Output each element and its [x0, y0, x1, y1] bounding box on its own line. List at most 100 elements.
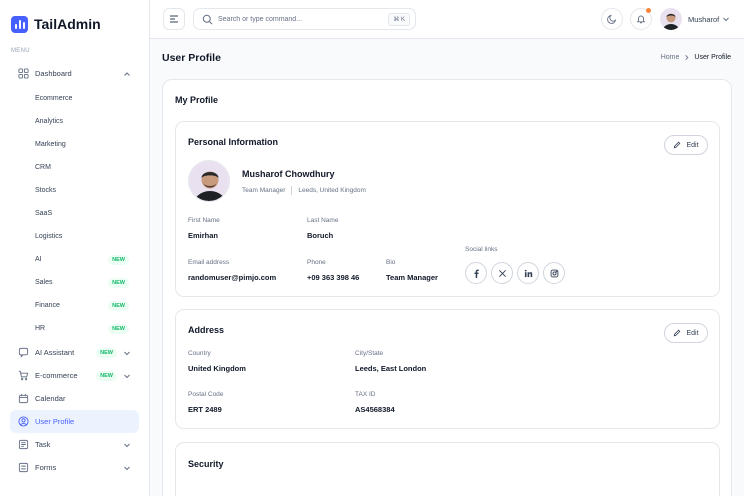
- chevron-up-icon: [124, 71, 130, 76]
- sidebar-item-task[interactable]: Task: [10, 433, 139, 456]
- search-box[interactable]: ⌘ K: [193, 8, 416, 30]
- facebook-link[interactable]: [465, 262, 487, 284]
- sidebar-item-dashboard[interactable]: Dashboard: [10, 62, 139, 85]
- brand-logo[interactable]: TailAdmin: [0, 0, 149, 48]
- submenu-item-saas[interactable]: SaaS: [0, 202, 149, 225]
- submenu-item-marketing[interactable]: Marketing: [0, 133, 149, 156]
- notifications-button[interactable]: [630, 8, 652, 30]
- chevron-down-icon: [124, 374, 130, 378]
- chat-icon: [18, 347, 29, 358]
- submenu-item-ai[interactable]: AI NEW: [0, 248, 149, 271]
- user-menu[interactable]: Musharof: [660, 8, 730, 30]
- submenu-label: Marketing: [35, 141, 66, 148]
- submenu-item-logistics[interactable]: Logistics: [0, 225, 149, 248]
- chevron-down-icon: [124, 466, 130, 470]
- sidebar-item-label: Task: [35, 440, 51, 449]
- search-shortcut-hint: ⌘ K: [388, 13, 410, 26]
- sidebar-toggle-button[interactable]: [163, 8, 185, 30]
- field-value: Emirhan: [188, 231, 219, 240]
- submenu-label: Analytics: [35, 118, 64, 125]
- sidebar: TailAdmin MENU Dashboard Ecommerce Analy…: [0, 0, 150, 496]
- search-input[interactable]: [218, 15, 378, 23]
- calendar-icon: [18, 393, 29, 404]
- submenu-label: Stocks: [35, 187, 57, 194]
- chevron-down-icon: [124, 351, 130, 355]
- sidebar-item-label: AI Assistant: [35, 348, 75, 357]
- pencil-icon: [674, 141, 681, 149]
- x-link[interactable]: [491, 262, 513, 284]
- edit-label: Edit: [686, 141, 699, 149]
- field-label: First Name: [188, 217, 220, 224]
- moon-icon: [607, 14, 617, 24]
- edit-address-button[interactable]: Edit: [664, 323, 708, 343]
- submenu-label: Sales: [35, 279, 53, 286]
- new-badge: NEW: [108, 323, 129, 334]
- personal-info-section: Personal Information Edit Musharof Chowd…: [175, 121, 720, 297]
- field-label: Email address: [188, 259, 230, 266]
- sidebar-item-user-profile[interactable]: User Profile: [10, 410, 139, 433]
- city-field: City/State Leeds, East London: [355, 350, 426, 373]
- top-header: ⌘ K Musharof: [150, 0, 744, 39]
- linkedin-icon: [524, 269, 532, 277]
- field-label: Bio: [386, 259, 396, 266]
- security-section: Security: [175, 442, 720, 496]
- social-links-label: Social links: [465, 246, 498, 253]
- submenu-item-finance[interactable]: Finance NEW: [0, 294, 149, 317]
- breadcrumb-home[interactable]: Home: [661, 54, 680, 61]
- menu-icon: [170, 15, 178, 23]
- submenu-label: Logistics: [35, 233, 63, 240]
- submenu-label: SaaS: [35, 210, 53, 217]
- breadcrumb: Home User Profile: [661, 54, 731, 61]
- instagram-link[interactable]: [543, 262, 565, 284]
- field-value: Boruch: [307, 231, 334, 240]
- submenu-item-analytics[interactable]: Analytics: [0, 110, 149, 133]
- sidebar-item-forms[interactable]: Forms: [10, 456, 139, 479]
- x-icon: [498, 269, 506, 277]
- breadcrumb-current: User Profile: [694, 54, 731, 61]
- field-label: Country: [188, 350, 211, 357]
- submenu-item-hr[interactable]: HR NEW: [0, 317, 149, 340]
- profile-avatar: [188, 160, 230, 202]
- task-list-icon: [18, 439, 29, 450]
- field-value: Leeds, East London: [355, 364, 427, 373]
- linkedin-link[interactable]: [517, 262, 539, 284]
- new-badge: NEW: [108, 254, 129, 265]
- sidebar-item-label: User Profile: [35, 417, 75, 426]
- sidebar-item-e-commerce[interactable]: E-commerce NEW: [10, 364, 139, 387]
- sidebar-item-ai-assistant[interactable]: AI Assistant NEW: [10, 341, 139, 364]
- sidebar-item-calendar[interactable]: Calendar: [10, 387, 139, 410]
- submenu-label: HR: [35, 325, 46, 332]
- last-name-field: Last Name Boruch: [307, 217, 338, 240]
- pencil-icon: [674, 329, 681, 337]
- chevron-right-icon: [685, 55, 689, 60]
- profile-card: My Profile Personal Information Edit Mus…: [162, 79, 732, 496]
- first-name-field: First Name Emirhan: [188, 217, 220, 240]
- search-icon: [202, 14, 213, 24]
- sidebar-item-label: E-commerce: [35, 371, 78, 380]
- profile-role: Team Manager: [242, 187, 286, 194]
- submenu-label: CRM: [35, 164, 51, 171]
- field-value: ERT 2489: [188, 405, 222, 414]
- section-title: Security: [188, 459, 224, 469]
- chevron-down-icon: [124, 443, 130, 447]
- form-icon: [18, 462, 29, 473]
- avatar: [660, 8, 682, 30]
- edit-personal-button[interactable]: Edit: [664, 135, 708, 155]
- postal-code-field: Postal Code ERT 2489: [188, 391, 223, 414]
- submenu-label: Finance: [35, 302, 60, 309]
- submenu-item-stocks[interactable]: Stocks: [0, 179, 149, 202]
- field-label: Postal Code: [188, 391, 224, 398]
- dark-mode-toggle[interactable]: [601, 8, 623, 30]
- dashboard-submenu: Ecommerce Analytics Marketing CRM Stocks…: [0, 87, 149, 340]
- brand-name: TailAdmin: [34, 16, 101, 32]
- new-badge: NEW: [108, 277, 129, 288]
- card-title: My Profile: [175, 95, 219, 105]
- phone-field: Phone +09 363 398 46: [307, 259, 359, 282]
- submenu-item-ecommerce[interactable]: Ecommerce: [0, 87, 149, 110]
- submenu-item-sales[interactable]: Sales NEW: [0, 271, 149, 294]
- page-title: User Profile: [162, 52, 221, 64]
- sidebar-item-label: Dashboard: [35, 69, 72, 78]
- field-label: Last Name: [307, 217, 339, 224]
- submenu-item-crm[interactable]: CRM: [0, 156, 149, 179]
- field-label: TAX ID: [355, 391, 376, 398]
